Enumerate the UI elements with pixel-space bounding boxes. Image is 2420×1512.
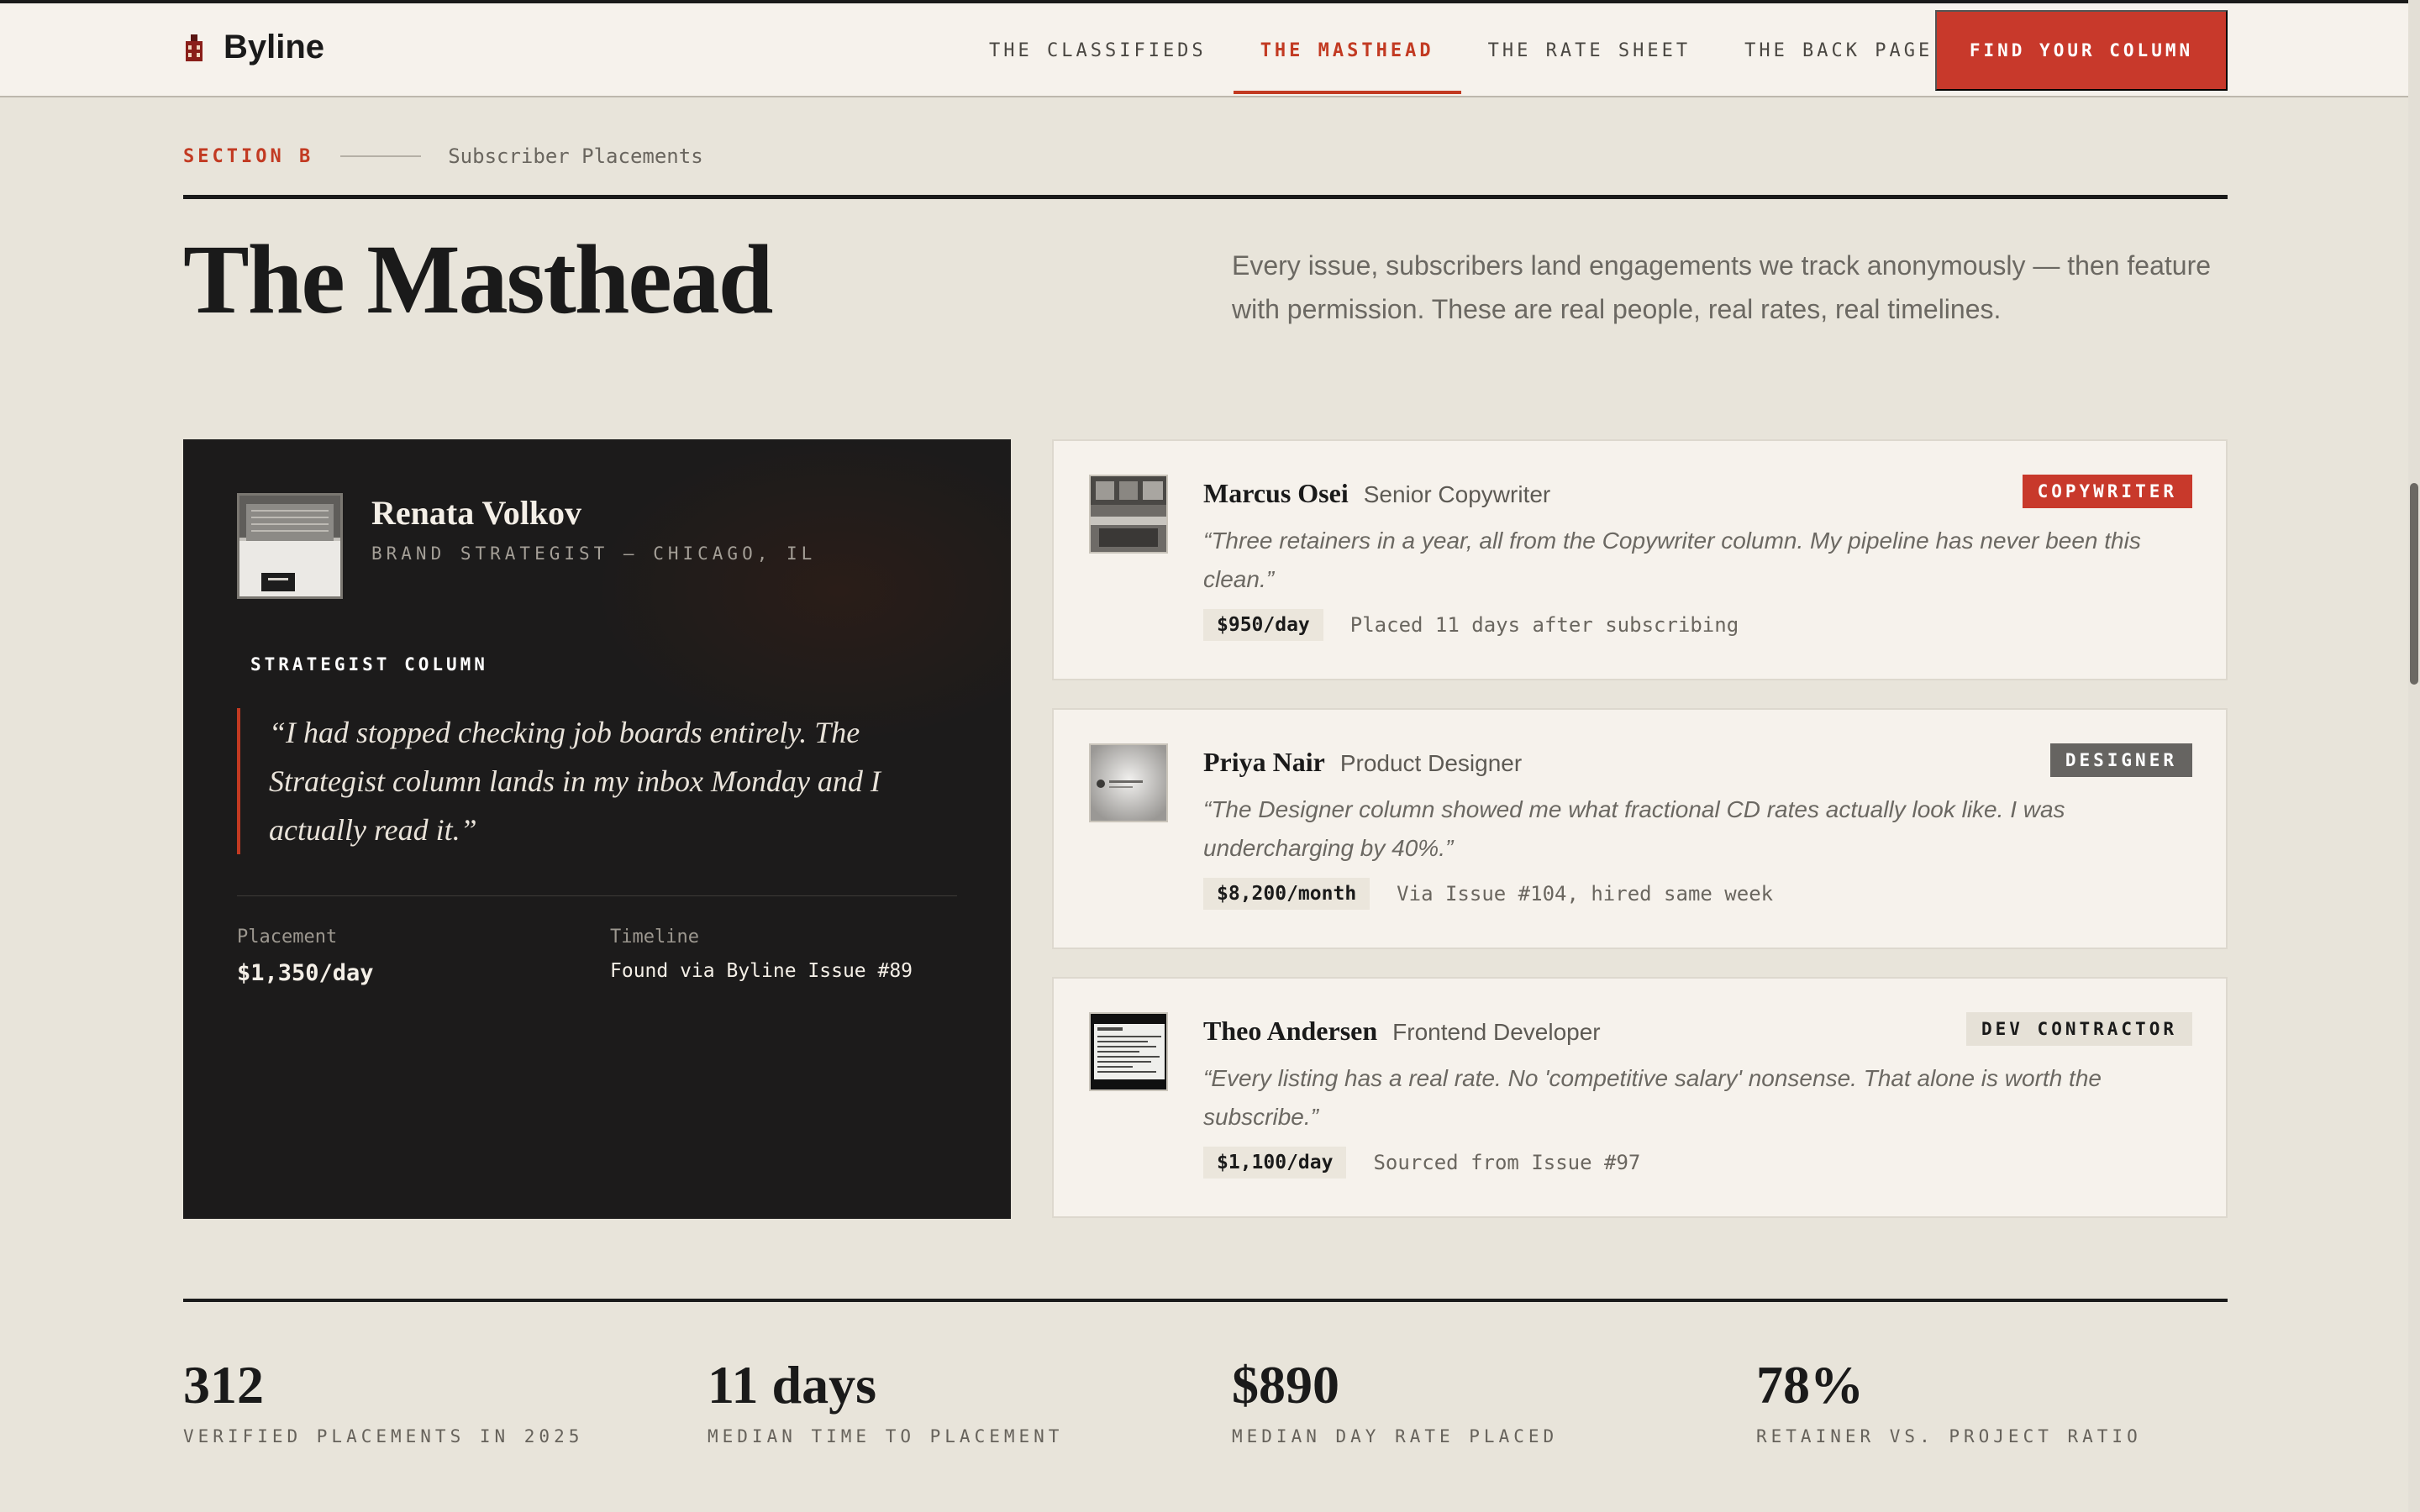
testimonial-name: Priya Nair	[1203, 747, 1325, 777]
stat-value: $890	[1232, 1355, 1339, 1415]
featured-testimonial-card: Renata Volkov BRAND STRATEGIST — CHICAGO…	[183, 439, 1011, 1219]
testimonial-footer: $8,200/month Via Issue #104, hired same …	[1203, 878, 1773, 910]
section-divider	[340, 155, 422, 157]
timeline-label: Timeline	[610, 927, 699, 948]
testimonial-footer: $1,100/day Sourced from Issue #97	[1203, 1147, 1640, 1179]
building-icon	[183, 33, 205, 63]
timeline-value: Found via Byline Issue #89	[610, 960, 913, 982]
nav-link-rate-sheet[interactable]: THE RATE SHEET	[1461, 3, 1718, 97]
testimonial-header: Theo Andersen Frontend Developer	[1203, 1016, 1601, 1047]
placement-note: Placed 11 days after subscribing	[1349, 613, 1739, 637]
testimonial-quote: “Three retainers in a year, all from the…	[1203, 528, 2141, 592]
stat-value: 78%	[1756, 1355, 1864, 1415]
nav-links: THE CLASSIFIEDS THE MASTHEAD THE RATE SH…	[962, 3, 1960, 97]
category-badge[interactable]: DESIGNER	[2049, 743, 2192, 777]
testimonial-role: Product Designer	[1339, 750, 1523, 776]
page-title: The Masthead	[183, 224, 773, 334]
featured-divider	[237, 895, 957, 896]
testimonial-card: Priya Nair Product Designer DESIGNER “Th…	[1052, 708, 2228, 949]
scrollbar-track[interactable]	[2408, 0, 2420, 1512]
stat-label: RETAINER VS. PROJECT RATIO	[1756, 1426, 2142, 1446]
rate-badge: $8,200/month	[1203, 878, 1370, 910]
stat-value: 312	[183, 1355, 264, 1415]
section-subtitle: Subscriber Placements	[448, 144, 703, 168]
testimonial-card: Marcus Osei Senior Copywriter COPYWRITER…	[1052, 439, 2228, 680]
nav-link-masthead[interactable]: THE MASTHEAD	[1233, 3, 1461, 97]
testimonial-name: Marcus Osei	[1203, 478, 1349, 508]
placement-note: Via Issue #104, hired same week	[1397, 882, 1774, 906]
category-badge[interactable]: DEV CONTRACTOR	[1965, 1012, 2192, 1046]
stat-value: 11 days	[708, 1355, 876, 1415]
stat-label: VERIFIED PLACEMENTS IN 2025	[183, 1426, 584, 1446]
find-your-column-button[interactable]: FIND YOUR COLUMN	[1935, 10, 2228, 91]
stat-label: MEDIAN TIME TO PLACEMENT	[708, 1426, 1064, 1446]
testimonial-card: Theo Andersen Frontend Developer DEV CON…	[1052, 977, 2228, 1218]
section-label: SECTION B	[183, 145, 314, 167]
testimonial-role: Senior Copywriter	[1363, 481, 1551, 507]
category-badge[interactable]: COPYWRITER	[2022, 475, 2192, 508]
featured-role: BRAND STRATEGIST — CHICAGO, IL	[371, 543, 817, 564]
avatar	[1089, 475, 1168, 554]
placement-note: Sourced from Issue #97	[1373, 1151, 1641, 1174]
testimonial-quote: “Every listing has a real rate. No 'comp…	[1203, 1065, 2102, 1130]
section-header: SECTION B Subscriber Placements	[183, 144, 703, 168]
testimonial-header: Priya Nair Product Designer	[1203, 747, 1522, 778]
featured-quote: “I had stopped checking job boards entir…	[237, 708, 960, 854]
top-navigation: Byline THE CLASSIFIEDS THE MASTHEAD THE …	[0, 3, 2408, 97]
testimonial-header: Marcus Osei Senior Copywriter	[1203, 478, 1550, 509]
scrollbar-thumb[interactable]	[2410, 483, 2418, 685]
testimonial-role: Frontend Developer	[1392, 1019, 1601, 1045]
hero-rule	[183, 195, 2228, 199]
stat-label: MEDIAN DAY RATE PLACED	[1232, 1426, 1559, 1446]
rate-badge: $950/day	[1203, 609, 1323, 641]
avatar	[1089, 1012, 1168, 1091]
placement-value: $1,350/day	[237, 960, 374, 986]
avatar	[1089, 743, 1168, 822]
nav-link-back-page[interactable]: THE BACK PAGE	[1718, 3, 1960, 97]
nav-link-classifieds[interactable]: THE CLASSIFIEDS	[962, 3, 1234, 97]
brand-logo[interactable]: Byline	[183, 29, 324, 66]
avatar	[237, 493, 343, 599]
brand-name: Byline	[224, 29, 325, 66]
intro-text: Every issue, subscribers land engagement…	[1232, 250, 2212, 324]
placement-label: Placement	[237, 927, 338, 948]
stats-rule	[183, 1299, 2228, 1302]
rate-badge: $1,100/day	[1203, 1147, 1347, 1179]
featured-column-label: STRATEGIST COLUMN	[250, 654, 488, 675]
testimonial-footer: $950/day Placed 11 days after subscribin…	[1203, 609, 1739, 641]
testimonial-name: Theo Andersen	[1203, 1016, 1378, 1046]
testimonial-quote: “The Designer column showed me what frac…	[1203, 796, 2065, 861]
featured-name: Renata Volkov	[371, 494, 582, 532]
